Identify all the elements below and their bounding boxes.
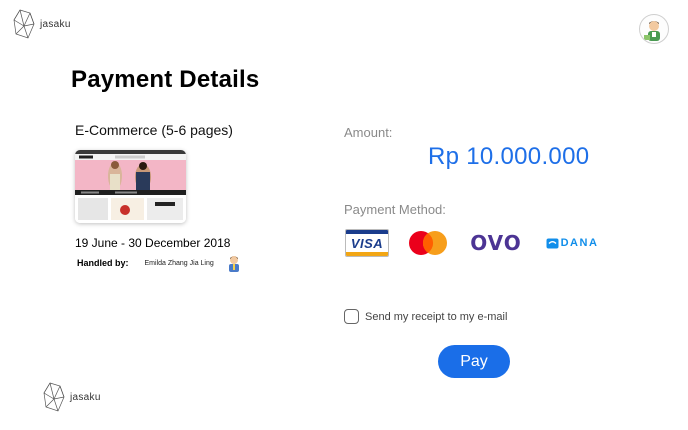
pay-button[interactable]: Pay (438, 345, 510, 378)
ovo-logo-text: OVO (470, 231, 522, 255)
dana-logo-icon (546, 238, 559, 248)
user-avatar[interactable] (639, 14, 669, 44)
mastercard-logo-icon (409, 231, 447, 255)
footer-brand-name: jasaku (70, 391, 101, 403)
handler-avatar-icon (228, 256, 239, 272)
geometric-crystal-logo-icon (43, 382, 65, 412)
brand-name: jasaku (40, 18, 71, 30)
payment-method-label: Payment Method: (344, 202, 446, 217)
project-date-range: 19 June - 30 December 2018 (75, 236, 231, 250)
project-name: E-Commerce (5-6 pages) (75, 122, 233, 138)
payment-method-mastercard[interactable] (404, 229, 452, 257)
page-title: Payment Details (71, 66, 260, 93)
footer-brand-logo[interactable]: jasaku (42, 381, 101, 413)
payment-method-dana[interactable]: DANA (543, 229, 601, 257)
visa-logo-icon: VISA (345, 229, 389, 257)
geometric-crystal-logo-icon (13, 9, 35, 39)
send-receipt-checkbox[interactable] (344, 309, 359, 324)
amount-value: Rp 10.000.000 (428, 143, 590, 170)
user-avatar-icon (644, 21, 660, 41)
project-thumbnail[interactable] (75, 150, 186, 223)
visa-label: VISA (350, 236, 384, 251)
send-receipt-option[interactable]: Send my receipt to my e-mail (344, 309, 507, 324)
handler-name: Emilda Zhang Jia Ling (144, 259, 214, 267)
amount-label: Amount: (344, 125, 393, 140)
payment-method-ovo[interactable]: OVO (469, 229, 523, 257)
send-receipt-label: Send my receipt to my e-mail (365, 310, 508, 323)
handled-by-row: Handled by: Emilda Zhang Jia Ling (77, 254, 242, 272)
payment-method-visa[interactable]: VISA (344, 229, 390, 257)
handled-by-label: Handled by: (77, 258, 129, 268)
brand-logo[interactable]: jasaku (12, 8, 71, 40)
dana-logo: DANA (546, 237, 599, 249)
ecommerce-website-thumbnail (75, 150, 186, 223)
dana-logo-text: DANA (560, 237, 599, 249)
